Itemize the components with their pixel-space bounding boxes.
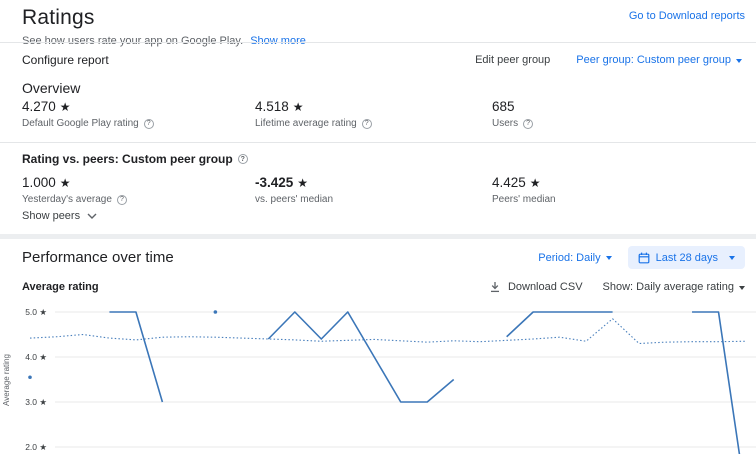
help-icon[interactable]: ? [143, 118, 154, 129]
chevron-down-icon [87, 213, 97, 219]
metric-users: 685 Users? [492, 99, 734, 129]
metric-value: 685 [492, 99, 515, 114]
metric-label: Yesterday's average? [22, 194, 255, 205]
date-range-button[interactable]: Last 28 days [627, 246, 745, 269]
help-icon[interactable]: ? [523, 118, 534, 129]
star-icon: ★ [529, 176, 541, 190]
metric-value: 4.518 ★ [255, 99, 304, 114]
metric-label: vs. peers' median [255, 194, 334, 205]
page-title: Ratings [22, 6, 95, 29]
metric-value: 1.000 ★ [22, 175, 71, 190]
svg-text:3.0 ★: 3.0 ★ [25, 397, 47, 407]
average-rating-chart[interactable]: 5.0 ★ 4.0 ★ 3.0 ★ 2.0 ★ Average rating [0, 300, 756, 454]
divider [0, 42, 756, 43]
edit-peer-group-button[interactable]: Edit peer group [475, 54, 550, 66]
metric-value: -3.425 ★ [255, 175, 309, 190]
metric-label: Peers' median [492, 194, 556, 205]
configure-report-row: Configure report Edit peer group Peer gr… [0, 49, 756, 71]
metric-peers-median: 4.425 ★ Peers' median [492, 175, 734, 205]
caret-down-icon [739, 285, 745, 290]
performance-heading: Performance over time [22, 249, 174, 266]
overview-heading: Overview [22, 80, 81, 96]
metric-yesterdays-average: 1.000 ★ Yesterday's average? [22, 175, 255, 205]
help-icon[interactable]: ? [116, 194, 127, 205]
go-to-download-reports-link[interactable]: Go to Download reports [629, 10, 745, 22]
metric-label: Default Google Play rating? [22, 118, 255, 129]
caret-down-icon [605, 256, 612, 260]
ratings-page: Ratings See how users rate your app on G… [0, 0, 756, 454]
peers-metrics: 1.000 ★ Yesterday's average? -3.425 ★ vs. pee… [22, 175, 734, 205]
metric-vs-peers-median: -3.425 ★ vs. peers' median [255, 175, 492, 205]
star-icon: ★ [297, 176, 309, 190]
peers-heading: Rating vs. peers: Custom peer group ? [22, 152, 248, 166]
metric-value: 4.270 ★ [22, 99, 71, 114]
download-csv-button[interactable]: Download CSV [489, 281, 583, 293]
caret-down-icon [729, 256, 735, 260]
show-more-link[interactable]: Show more [250, 35, 306, 47]
svg-text:Average rating: Average rating [2, 354, 11, 406]
caret-down-icon [736, 58, 742, 63]
help-icon[interactable]: ? [361, 118, 372, 129]
show-peers-toggle[interactable]: Show peers [22, 210, 97, 222]
metric-lifetime-average-rating: 4.518 ★ Lifetime average rating? [255, 99, 492, 129]
section-separator [0, 234, 756, 239]
metric-label: Lifetime average rating? [255, 118, 492, 129]
divider [0, 142, 756, 143]
metric-default-google-play-rating: 4.270 ★ Default Google Play rating? [22, 99, 255, 129]
svg-text:4.0 ★: 4.0 ★ [25, 352, 47, 362]
download-icon [490, 282, 499, 293]
metric-label: Users? [492, 118, 734, 129]
page-subtitle: See how users rate your app on Google Pl… [22, 35, 306, 47]
svg-text:5.0 ★: 5.0 ★ [25, 307, 47, 317]
svg-text:2.0 ★: 2.0 ★ [25, 442, 47, 452]
chart-header-row: Average rating Download CSV Show: Daily … [0, 281, 756, 293]
period-dropdown[interactable]: Period: Daily [538, 252, 612, 264]
calendar-icon [638, 252, 650, 263]
help-icon[interactable]: ? [237, 154, 248, 164]
star-icon: ★ [292, 100, 304, 114]
overview-metrics: 4.270 ★ Default Google Play rating? 4.518 ★ L… [22, 99, 734, 129]
performance-header-row: Performance over time Period: Daily Last… [0, 246, 756, 269]
star-icon: ★ [59, 100, 71, 114]
show-metric-dropdown[interactable]: Show: Daily average rating [603, 281, 745, 293]
chart-title: Average rating [22, 281, 99, 293]
peer-group-dropdown[interactable]: Peer group: Custom peer group [576, 54, 742, 66]
metric-value: 4.425 ★ [492, 175, 541, 190]
configure-report-label: Configure report [22, 53, 109, 67]
star-icon: ★ [59, 176, 71, 190]
page-header: Ratings See how users rate your app on G… [22, 6, 306, 47]
